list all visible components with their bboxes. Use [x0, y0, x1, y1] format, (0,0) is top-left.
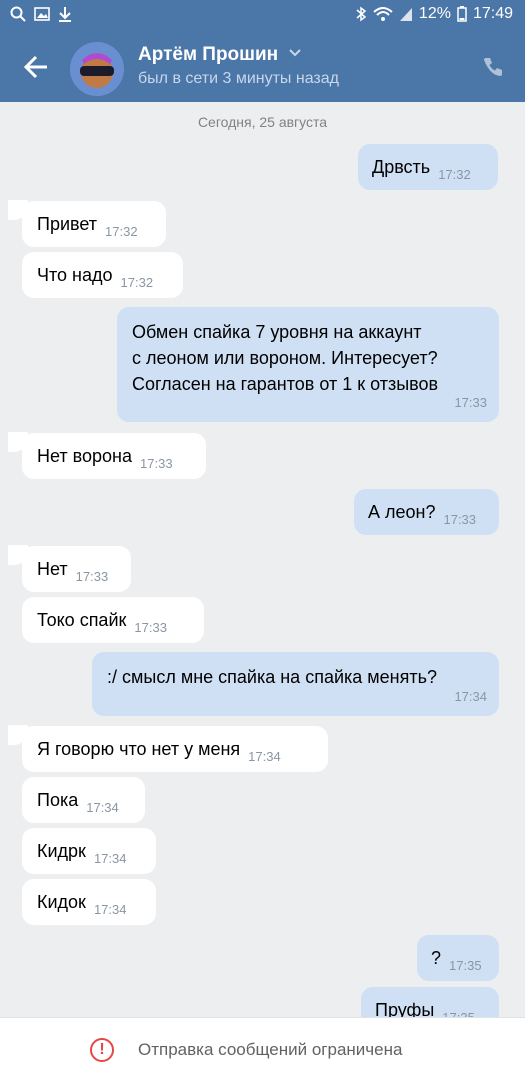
message-incoming[interactable]: Кидрк 17:34 — [22, 828, 156, 874]
message-incoming[interactable]: Нет ворона 17:33 — [22, 433, 206, 479]
presence-status: был в сети 3 минуты назад — [138, 70, 339, 87]
message-incoming[interactable]: Пока 17:34 — [22, 777, 145, 823]
message-incoming[interactable]: Кидок 17:34 — [22, 879, 156, 925]
message-outgoing[interactable]: А леон? 17:33 — [354, 489, 499, 535]
message-text: Привет — [37, 214, 98, 234]
message-outgoing[interactable]: :/ смысл мне спайка на спайка менять? 17… — [92, 652, 499, 716]
date-separator: Сегодня, 25 августа — [197, 114, 328, 130]
message-time: 17:32 — [105, 224, 138, 239]
message-time: 17:34 — [86, 800, 119, 815]
message-time: 17:34 — [248, 749, 281, 764]
message-time: 17:33 — [134, 620, 167, 635]
message-time: 17:33 — [454, 395, 487, 410]
message-time: 17:33 — [75, 569, 109, 584]
message-text: Кидрк — [37, 841, 86, 861]
message-incoming[interactable]: Я говорю что нет у меня 17:34 — [22, 726, 328, 772]
message-line: Согласен на гарантов от 1 к отзывов — [132, 374, 439, 394]
message-text: Нет ворона — [37, 446, 133, 466]
chat-header: Артём Прошин был в сети 3 минуты назад — [0, 30, 525, 102]
contact-name[interactable]: Артём Прошин — [138, 44, 278, 66]
message-outgoing[interactable]: Дрвсть 17:32 — [358, 144, 498, 190]
message-time: 17:34 — [93, 851, 127, 866]
avatar[interactable] — [70, 42, 124, 96]
status-bar: 12% 17:49 — [0, 0, 525, 30]
wifi-icon — [373, 7, 393, 21]
message-time: 17:35 — [449, 958, 482, 973]
message-outgoing[interactable]: Обмен спайка 7 уровня на аккаунт с леоно… — [117, 307, 499, 422]
avatar-image — [70, 42, 124, 96]
warning-icon: ! — [90, 1038, 114, 1062]
message-text: Нет — [37, 559, 68, 579]
message-time: 17:33 — [140, 456, 173, 471]
message-text: Пока — [37, 790, 79, 810]
message-line: Обмен спайка 7 уровня на аккаунт — [132, 322, 422, 342]
message-line: с леоном или вороном. Интересует? — [132, 348, 438, 368]
message-incoming[interactable]: Привет 17:32 — [22, 201, 166, 247]
status-right: 12% 17:49 — [355, 5, 513, 23]
message-text: Что надо — [37, 265, 113, 285]
messaging-restricted-bar: ! Отправка сообщений ограничена — [0, 1017, 525, 1081]
message-text: Кидок — [37, 892, 86, 912]
message-text: Токо спайк — [37, 610, 127, 630]
battery-icon — [457, 6, 467, 22]
chevron-down-icon[interactable] — [287, 44, 303, 60]
message-text: Дрвсть — [372, 157, 431, 177]
message-text: ? — [431, 948, 442, 968]
status-left-icons — [10, 6, 72, 22]
message-time: 17:33 — [443, 512, 477, 527]
bluetooth-icon — [356, 6, 367, 22]
message-incoming[interactable]: Токо спайк 17:33 — [22, 597, 204, 643]
download-icon — [59, 7, 71, 22]
search-icon — [10, 6, 26, 22]
message-text: Я говорю что нет у меня — [37, 739, 241, 759]
image-icon — [34, 7, 50, 21]
back-arrow-icon[interactable] — [22, 52, 52, 82]
status-clock: 17:49 — [472, 5, 513, 22]
restriction-notice: Отправка сообщений ограничена — [138, 1040, 403, 1059]
message-time: 17:32 — [438, 167, 471, 182]
signal-icon — [399, 8, 412, 21]
message-time: 17:34 — [93, 902, 127, 917]
message-time: 17:32 — [120, 275, 154, 290]
message-incoming[interactable]: Нет 17:33 — [22, 546, 131, 592]
message-incoming[interactable]: Что надо 17:32 — [22, 252, 183, 298]
battery-percent: 12% — [418, 5, 451, 22]
phone-icon[interactable] — [481, 55, 505, 79]
message-text: :/ смысл мне спайка на спайка менять? — [107, 667, 437, 687]
message-time: 17:34 — [454, 689, 487, 704]
message-text: А леон? — [368, 502, 436, 522]
message-outgoing[interactable]: ? 17:35 — [417, 935, 499, 981]
